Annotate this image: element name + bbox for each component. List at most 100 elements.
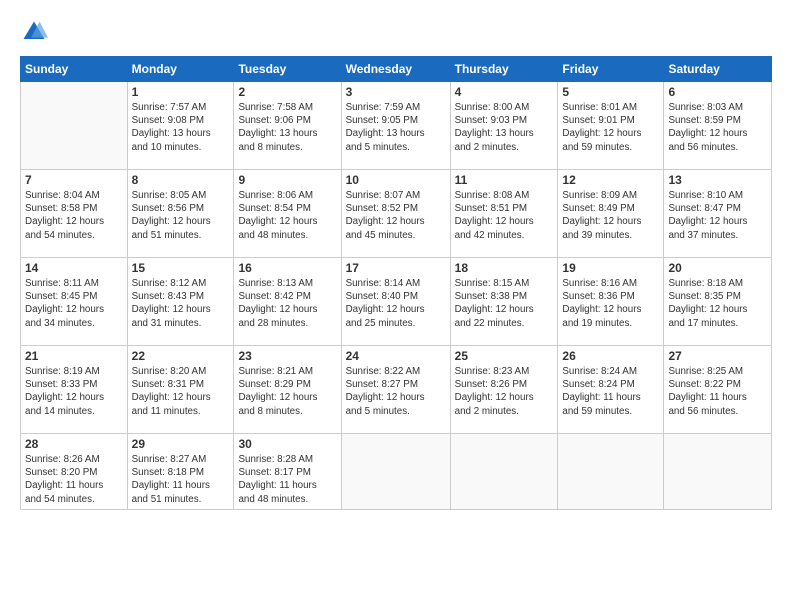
day-number: 13 bbox=[668, 173, 767, 187]
header-cell-wednesday: Wednesday bbox=[341, 57, 450, 82]
day-number: 21 bbox=[25, 349, 123, 363]
day-number: 3 bbox=[346, 85, 446, 99]
week-row-0: 1 Sunrise: 7:57 AM Sunset: 9:08 PM Daylig… bbox=[21, 82, 772, 170]
calendar-cell: 2 Sunrise: 7:58 AM Sunset: 9:06 PM Daylig… bbox=[234, 82, 341, 170]
cell-info: Sunrise: 8:05 AM Sunset: 8:56 PM Dayligh… bbox=[132, 189, 230, 242]
calendar-cell: 29Sunrise: 8:27 AM Sunset: 8:18 PM Dayli… bbox=[127, 434, 234, 510]
calendar-cell bbox=[664, 434, 772, 510]
day-number: 4 bbox=[455, 85, 554, 99]
calendar-cell bbox=[21, 82, 128, 170]
cell-info: Sunrise: 8:12 AM Sunset: 8:43 PM Dayligh… bbox=[132, 277, 230, 330]
week-row-4: 28Sunrise: 8:26 AM Sunset: 8:20 PM Dayli… bbox=[21, 434, 772, 510]
day-number: 28 bbox=[25, 437, 123, 451]
calendar-cell: 11 Sunrise: 8:08 AM Sunset: 8:51 PM Dayli… bbox=[450, 170, 558, 258]
cell-info: Sunrise: 7:57 AM Sunset: 9:08 PM Dayligh… bbox=[132, 101, 230, 154]
cell-info: Sunrise: 8:10 AM Sunset: 8:47 PM Dayligh… bbox=[668, 189, 767, 242]
day-number: 22 bbox=[132, 349, 230, 363]
day-number: 1 bbox=[132, 85, 230, 99]
day-number: 15 bbox=[132, 261, 230, 275]
calendar-cell: 6Sunrise: 8:03 AM Sunset: 8:59 PM Daylig… bbox=[664, 82, 772, 170]
day-number: 27 bbox=[668, 349, 767, 363]
calendar-cell: 8 Sunrise: 8:05 AM Sunset: 8:56 PM Daylig… bbox=[127, 170, 234, 258]
calendar-cell: 19 Sunrise: 8:16 AM Sunset: 8:36 PM Dayli… bbox=[558, 258, 664, 346]
week-row-1: 7 Sunrise: 8:04 AM Sunset: 8:58 PM Daylig… bbox=[21, 170, 772, 258]
cell-info: Sunrise: 8:18 AM Sunset: 8:35 PM Dayligh… bbox=[668, 277, 767, 330]
cell-info: Sunrise: 8:07 AM Sunset: 8:52 PM Dayligh… bbox=[346, 189, 446, 242]
logo bbox=[20, 18, 50, 46]
cell-info: Sunrise: 8:11 AM Sunset: 8:45 PM Dayligh… bbox=[25, 277, 123, 330]
calendar-cell: 22 Sunrise: 8:20 AM Sunset: 8:31 PM Dayli… bbox=[127, 346, 234, 434]
day-number: 16 bbox=[238, 261, 336, 275]
cell-info: Sunrise: 8:22 AM Sunset: 8:27 PM Dayligh… bbox=[346, 365, 446, 418]
calendar-body: 1 Sunrise: 7:57 AM Sunset: 9:08 PM Daylig… bbox=[21, 82, 772, 510]
cell-info: Sunrise: 8:19 AM Sunset: 8:33 PM Dayligh… bbox=[25, 365, 123, 418]
page: SundayMondayTuesdayWednesdayThursdayFrid… bbox=[0, 0, 792, 612]
day-number: 11 bbox=[455, 173, 554, 187]
header-cell-saturday: Saturday bbox=[664, 57, 772, 82]
day-number: 7 bbox=[25, 173, 123, 187]
header-cell-friday: Friday bbox=[558, 57, 664, 82]
cell-info: Sunrise: 7:59 AM Sunset: 9:05 PM Dayligh… bbox=[346, 101, 446, 154]
calendar-cell: 18 Sunrise: 8:15 AM Sunset: 8:38 PM Dayli… bbox=[450, 258, 558, 346]
cell-info: Sunrise: 8:13 AM Sunset: 8:42 PM Dayligh… bbox=[238, 277, 336, 330]
calendar-cell: 25Sunrise: 8:23 AM Sunset: 8:26 PM Dayli… bbox=[450, 346, 558, 434]
calendar-cell: 10 Sunrise: 8:07 AM Sunset: 8:52 PM Dayli… bbox=[341, 170, 450, 258]
cell-info: Sunrise: 8:00 AM Sunset: 9:03 PM Dayligh… bbox=[455, 101, 554, 154]
day-number: 18 bbox=[455, 261, 554, 275]
day-number: 5 bbox=[562, 85, 659, 99]
day-number: 30 bbox=[238, 437, 336, 451]
calendar-cell: 28Sunrise: 8:26 AM Sunset: 8:20 PM Dayli… bbox=[21, 434, 128, 510]
calendar-cell: 5Sunrise: 8:01 AM Sunset: 9:01 PM Daylig… bbox=[558, 82, 664, 170]
day-number: 2 bbox=[238, 85, 336, 99]
calendar-header: SundayMondayTuesdayWednesdayThursdayFrid… bbox=[21, 57, 772, 82]
calendar-cell: 20 Sunrise: 8:18 AM Sunset: 8:35 PM Dayli… bbox=[664, 258, 772, 346]
calendar-cell: 24 Sunrise: 8:22 AM Sunset: 8:27 PM Dayli… bbox=[341, 346, 450, 434]
cell-info: Sunrise: 8:27 AM Sunset: 8:18 PM Dayligh… bbox=[132, 453, 230, 506]
day-number: 10 bbox=[346, 173, 446, 187]
cell-info: Sunrise: 8:08 AM Sunset: 8:51 PM Dayligh… bbox=[455, 189, 554, 242]
day-number: 14 bbox=[25, 261, 123, 275]
cell-info: Sunrise: 8:04 AM Sunset: 8:58 PM Dayligh… bbox=[25, 189, 123, 242]
day-number: 12 bbox=[562, 173, 659, 187]
logo-icon bbox=[20, 18, 48, 46]
calendar-cell: 14 Sunrise: 8:11 AM Sunset: 8:45 PM Dayli… bbox=[21, 258, 128, 346]
calendar-cell: 9Sunrise: 8:06 AM Sunset: 8:54 PM Daylig… bbox=[234, 170, 341, 258]
day-number: 8 bbox=[132, 173, 230, 187]
calendar-cell: 15 Sunrise: 8:12 AM Sunset: 8:43 PM Dayli… bbox=[127, 258, 234, 346]
calendar-cell: 13 Sunrise: 8:10 AM Sunset: 8:47 PM Dayli… bbox=[664, 170, 772, 258]
calendar-cell: 3 Sunrise: 7:59 AM Sunset: 9:05 PM Daylig… bbox=[341, 82, 450, 170]
day-number: 24 bbox=[346, 349, 446, 363]
day-number: 9 bbox=[238, 173, 336, 187]
cell-info: Sunrise: 8:21 AM Sunset: 8:29 PM Dayligh… bbox=[238, 365, 336, 418]
day-number: 25 bbox=[455, 349, 554, 363]
calendar-cell bbox=[450, 434, 558, 510]
header-cell-monday: Monday bbox=[127, 57, 234, 82]
cell-info: Sunrise: 8:28 AM Sunset: 8:17 PM Dayligh… bbox=[238, 453, 336, 506]
calendar-cell: 26Sunrise: 8:24 AM Sunset: 8:24 PM Dayli… bbox=[558, 346, 664, 434]
calendar-cell: 1 Sunrise: 7:57 AM Sunset: 9:08 PM Daylig… bbox=[127, 82, 234, 170]
calendar-cell: 12 Sunrise: 8:09 AM Sunset: 8:49 PM Dayli… bbox=[558, 170, 664, 258]
calendar-cell: 23 Sunrise: 8:21 AM Sunset: 8:29 PM Dayli… bbox=[234, 346, 341, 434]
cell-info: Sunrise: 8:14 AM Sunset: 8:40 PM Dayligh… bbox=[346, 277, 446, 330]
calendar-cell: 16 Sunrise: 8:13 AM Sunset: 8:42 PM Dayli… bbox=[234, 258, 341, 346]
header-cell-tuesday: Tuesday bbox=[234, 57, 341, 82]
cell-info: Sunrise: 8:16 AM Sunset: 8:36 PM Dayligh… bbox=[562, 277, 659, 330]
cell-info: Sunrise: 7:58 AM Sunset: 9:06 PM Dayligh… bbox=[238, 101, 336, 154]
header-cell-sunday: Sunday bbox=[21, 57, 128, 82]
calendar-cell: 17Sunrise: 8:14 AM Sunset: 8:40 PM Dayli… bbox=[341, 258, 450, 346]
cell-info: Sunrise: 8:25 AM Sunset: 8:22 PM Dayligh… bbox=[668, 365, 767, 418]
calendar-cell bbox=[341, 434, 450, 510]
header bbox=[20, 18, 772, 46]
cell-info: Sunrise: 8:20 AM Sunset: 8:31 PM Dayligh… bbox=[132, 365, 230, 418]
day-number: 23 bbox=[238, 349, 336, 363]
header-row: SundayMondayTuesdayWednesdayThursdayFrid… bbox=[21, 57, 772, 82]
day-number: 19 bbox=[562, 261, 659, 275]
cell-info: Sunrise: 8:15 AM Sunset: 8:38 PM Dayligh… bbox=[455, 277, 554, 330]
calendar-cell: 21 Sunrise: 8:19 AM Sunset: 8:33 PM Dayli… bbox=[21, 346, 128, 434]
cell-info: Sunrise: 8:09 AM Sunset: 8:49 PM Dayligh… bbox=[562, 189, 659, 242]
day-number: 20 bbox=[668, 261, 767, 275]
calendar: SundayMondayTuesdayWednesdayThursdayFrid… bbox=[20, 56, 772, 510]
calendar-cell: 7 Sunrise: 8:04 AM Sunset: 8:58 PM Daylig… bbox=[21, 170, 128, 258]
calendar-cell bbox=[558, 434, 664, 510]
day-number: 26 bbox=[562, 349, 659, 363]
